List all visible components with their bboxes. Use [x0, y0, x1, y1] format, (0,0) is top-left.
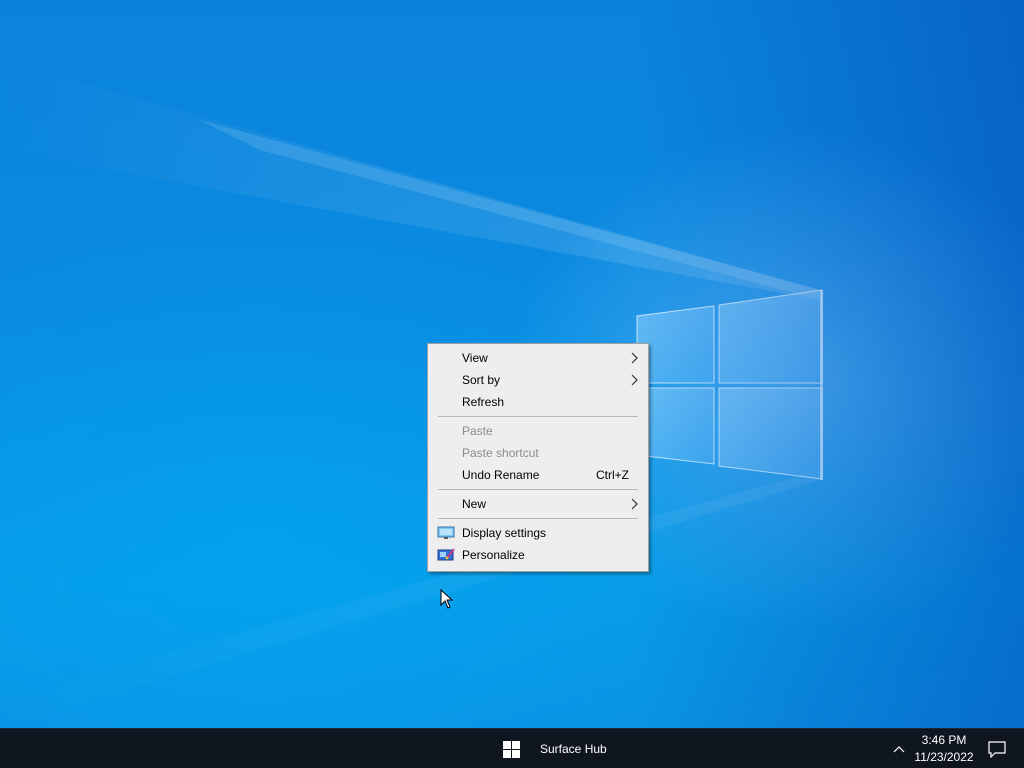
display-icon [437, 526, 455, 539]
taskbar-app-surface-hub[interactable]: Surface Hub [534, 729, 613, 768]
action-center-icon [988, 740, 1006, 758]
chevron-right-icon [631, 374, 638, 386]
menu-separator [438, 416, 638, 417]
menu-item-paste-shortcut[interactable]: Paste shortcut [428, 442, 648, 464]
chevron-right-icon [631, 352, 638, 364]
show-hidden-icons-button[interactable] [889, 741, 909, 757]
chevron-up-icon [893, 746, 905, 753]
mouse-pointer-icon [440, 589, 454, 609]
menu-item-view[interactable]: View [428, 347, 648, 369]
menu-item-label: Paste shortcut [462, 446, 539, 460]
menu-item-display-settings[interactable]: Display settings [428, 522, 648, 544]
menu-item-refresh[interactable]: Refresh [428, 391, 648, 413]
taskbar-clock[interactable]: 3:46 PM 11/23/2022 [910, 732, 978, 766]
menu-separator [438, 518, 638, 519]
menu-item-label: Paste [462, 424, 493, 438]
menu-item-label: Personalize [462, 548, 525, 562]
menu-item-paste[interactable]: Paste [428, 420, 648, 442]
menu-item-new[interactable]: New [428, 493, 648, 515]
chevron-right-icon [631, 498, 638, 510]
menu-item-personalize[interactable]: Personalize [428, 544, 648, 566]
action-center-button[interactable] [982, 729, 1012, 768]
menu-separator [438, 489, 638, 490]
taskbar-app-label: Surface Hub [540, 742, 607, 756]
menu-item-label: Refresh [462, 395, 505, 409]
menu-item-label: Undo Rename [462, 468, 540, 482]
taskbar: Surface Hub 3:46 PM 11/23/2022 [0, 728, 1024, 768]
menu-item-label: Sort by [462, 373, 501, 387]
clock-date: 11/23/2022 [914, 750, 974, 764]
windows-start-icon [502, 740, 520, 758]
menu-item-shortcut: Ctrl+Z [596, 468, 629, 482]
menu-item-label: View [462, 351, 488, 365]
menu-item-label: Display settings [462, 526, 547, 540]
menu-item-label: New [462, 497, 487, 511]
clock-time: 3:46 PM [921, 733, 967, 747]
personalize-icon [437, 548, 455, 561]
menu-item-sort-by[interactable]: Sort by [428, 369, 648, 391]
menu-item-undo-rename[interactable]: Undo Rename Ctrl+Z [428, 464, 648, 486]
start-button[interactable] [492, 729, 530, 768]
desktop-context-menu: View Sort by Refresh Paste Paste shortcu… [427, 343, 649, 572]
